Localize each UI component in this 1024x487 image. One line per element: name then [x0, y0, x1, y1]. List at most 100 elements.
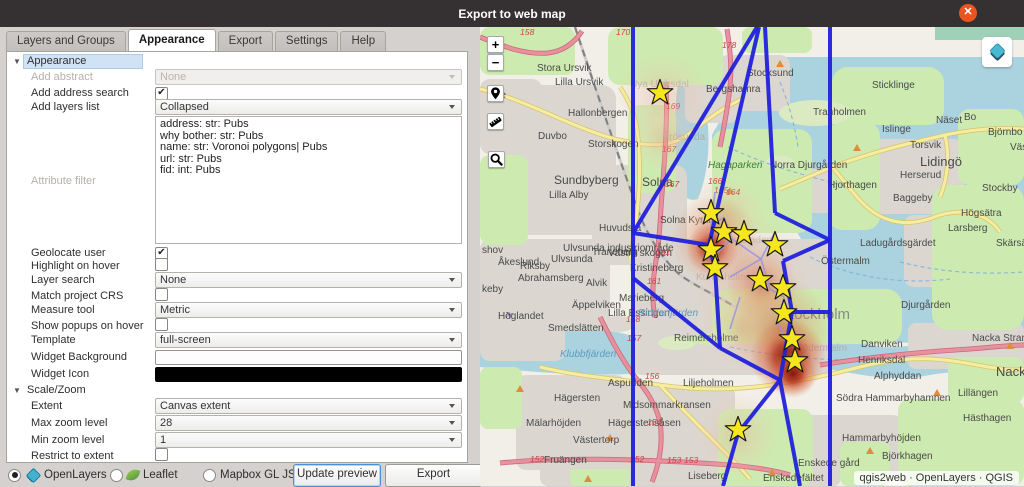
map-label: Lilla Ursvik	[555, 77, 604, 88]
heatmap-blob	[632, 107, 696, 171]
update-preview-button[interactable]: Update preview	[293, 464, 381, 487]
map-label: Skärsätra	[996, 238, 1024, 249]
map-label: Riddarfjärden	[638, 308, 698, 319]
map-label: Enskedefältet	[763, 473, 824, 484]
map-label: Smedslätten	[548, 323, 604, 334]
map-label: Väst	[1010, 142, 1024, 153]
close-icon[interactable]: ✕	[959, 4, 977, 22]
setting-row-template: Template full-screen	[7, 332, 467, 348]
section-appearance[interactable]: ▼ Appearance	[7, 54, 467, 69]
setting-row-highlight-on-hover: Highlight on hover	[7, 257, 467, 272]
measure-tool-select[interactable]: Metric	[155, 302, 462, 318]
openlayers-radio[interactable]	[8, 468, 21, 482]
road-number-label: 161	[656, 247, 670, 257]
map-search-button[interactable]	[488, 151, 505, 168]
chevron-down-icon	[449, 308, 455, 312]
road-number-label: 170	[616, 27, 630, 37]
setting-row-attribute-filter: Attribute filter address: str: Pubs why b…	[7, 116, 467, 246]
map-label: Höglandet	[498, 311, 544, 322]
collapse-arrow-icon: ▼	[13, 57, 21, 66]
highlight-on-hover-checkbox[interactable]	[155, 257, 168, 271]
add-layers-list-select[interactable]: Collapsed	[155, 99, 462, 115]
map-label: Lidingö	[920, 154, 962, 169]
map-label: Torsvik	[910, 140, 942, 151]
search-icon	[490, 153, 503, 166]
match-project-crs-checkbox[interactable]	[155, 287, 168, 301]
openlayers-radio-group[interactable]: OpenLayers	[8, 464, 107, 486]
map-label: Hjorthagen	[828, 180, 877, 191]
setting-row-match-project-crs: Match project CRS	[7, 287, 467, 302]
map-label: Duvbo	[538, 131, 567, 142]
map-pin-icon	[491, 87, 500, 100]
tab-settings[interactable]: Settings	[274, 31, 339, 51]
extent-select[interactable]: Canvas extent	[155, 398, 462, 414]
chevron-down-icon	[449, 438, 455, 442]
attribute-field-item[interactable]: fid: int: Pubs	[160, 164, 457, 177]
map-label: Henriksdal	[858, 355, 905, 366]
map-label: Djurgården	[901, 299, 950, 311]
layer-search-select[interactable]: None	[155, 272, 462, 288]
map-label: Baggeby	[893, 193, 932, 204]
map-geolocate-button[interactable]	[487, 85, 504, 102]
map-label: Larsberg	[948, 223, 987, 234]
widget-icon-color-button[interactable]	[155, 366, 462, 382]
map-label: keby	[482, 284, 503, 295]
map-measure-button[interactable]	[487, 113, 504, 130]
add-abstract-select[interactable]: None	[155, 69, 462, 85]
setting-row-extent: Extent Canvas extent	[7, 398, 467, 414]
chevron-down-icon	[449, 421, 455, 425]
map-label: Nacka Strand	[972, 333, 1024, 344]
map-label: Liljeholmen	[683, 378, 734, 389]
setting-row-show-popups-on-hover: Show popups on hover	[7, 317, 467, 332]
mapbox-radio-group[interactable]: Mapbox GL JS	[203, 464, 296, 486]
map-label: Bo	[964, 112, 977, 123]
show-popups-on-hover-checkbox[interactable]	[155, 317, 168, 331]
map-label: Björnbo	[988, 127, 1023, 138]
map-label: Hagaparken	[708, 160, 763, 171]
setting-row-add-address-search: Add address search ✔	[7, 86, 467, 100]
map-label: Abrahamsberg	[518, 273, 584, 284]
tab-help[interactable]: Help	[340, 31, 387, 51]
widget-background-color-button[interactable]	[155, 349, 462, 365]
setting-row-max-zoom-level: Max zoom level 28	[7, 415, 467, 431]
ruler-icon	[489, 116, 502, 128]
map-zoom-out-button[interactable]: −	[487, 54, 504, 71]
attribute-field-item[interactable]: address: str: Pubs	[160, 118, 457, 131]
road-number-label: 153	[684, 455, 698, 465]
layers-icon	[990, 43, 1005, 61]
map-label: Stora Ursvik	[537, 63, 592, 74]
chevron-down-icon	[449, 105, 455, 109]
map-layers-button[interactable]	[982, 37, 1012, 67]
add-address-search-checkbox[interactable]: ✔	[155, 86, 168, 100]
map-zoom-in-button[interactable]: +	[487, 36, 504, 53]
attribute-filter-list[interactable]: address: str: Pubs why bother: str: Pubs n…	[155, 116, 462, 244]
map-label: Sticklinge	[872, 80, 915, 91]
road-number-label: 158	[520, 27, 534, 37]
map-label: Ladugårdsgärdet	[860, 237, 936, 249]
chevron-down-icon	[449, 75, 455, 79]
export-button[interactable]: Export	[385, 464, 482, 487]
attribute-field-item[interactable]: name: str: Voronoi polygons| Pubs	[160, 141, 457, 154]
collapse-arrow-icon: ▼	[13, 386, 21, 395]
setting-row-layer-search: Layer search None	[7, 272, 467, 288]
leaflet-radio[interactable]	[110, 468, 123, 482]
map-preview[interactable]: ✈ Stora UrsvikLilla UrsvikNya UlriksdalB…	[480, 27, 1024, 486]
mapbox-radio[interactable]	[203, 468, 216, 482]
map-label: Midsommarkransen	[623, 400, 711, 411]
map-label: Klubbfjärden	[560, 349, 617, 360]
map-label: Åkeslund	[498, 255, 539, 268]
tab-appearance[interactable]: Appearance	[127, 29, 216, 51]
section-scale-zoom[interactable]: ▼ Scale/Zoom	[7, 383, 467, 398]
openlayers-logo-icon	[25, 467, 42, 484]
leaflet-radio-group[interactable]: Leaflet	[110, 464, 178, 486]
tab-export[interactable]: Export	[217, 31, 273, 51]
map-attribution: qgis2web · OpenLayers · QGIS	[853, 471, 1019, 485]
road-number-label: 161	[647, 276, 661, 286]
max-zoom-level-select[interactable]: 28	[155, 415, 462, 431]
map-label: Islinge	[882, 124, 911, 135]
map-label: shov	[482, 245, 503, 256]
tab-layers-and-groups[interactable]: Layers and Groups	[6, 31, 126, 51]
min-zoom-level-select[interactable]: 1	[155, 432, 462, 448]
restrict-to-extent-checkbox[interactable]	[155, 447, 168, 461]
template-select[interactable]: full-screen	[155, 332, 462, 348]
